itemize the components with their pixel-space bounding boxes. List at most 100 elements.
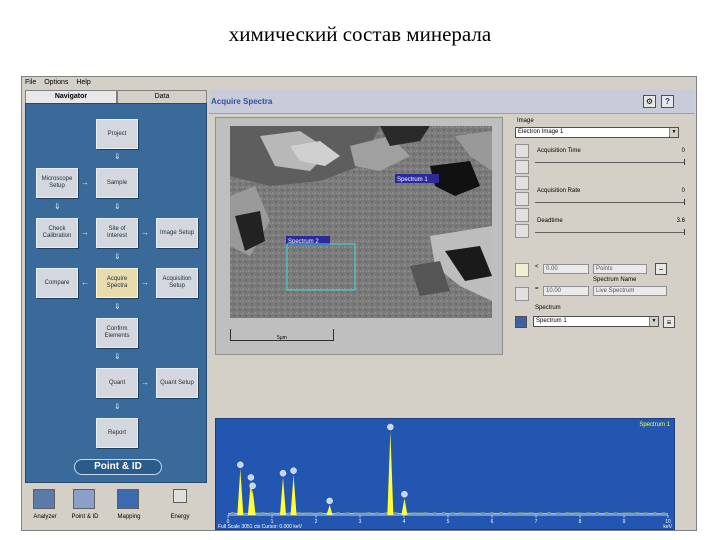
electron-image[interactable]: Spectrum 1 Spectrum 2: [230, 126, 492, 318]
image-tool-button[interactable]: [515, 144, 529, 158]
arrow-left-icon: ←: [81, 278, 89, 287]
step-image-setup[interactable]: Image Setup: [156, 218, 198, 248]
peak-marker: [249, 482, 256, 490]
acquire-button[interactable]: [515, 287, 529, 301]
arrow-right-icon: →: [141, 278, 149, 287]
points-unit-select[interactable]: Points: [593, 264, 647, 274]
arrow-down-icon: ⇓: [114, 252, 121, 261]
mapping-icon[interactable]: [117, 489, 139, 509]
spectrum-chart[interactable]: Spectrum 1 0 1 2 3 4 5 6 7 8 9 10 Full Scale 3051 …: [215, 418, 675, 530]
meter-tick: [684, 199, 685, 205]
deadtime-value: 3.6: [676, 218, 685, 224]
peak-marker: [401, 490, 408, 498]
peak-marker: [290, 467, 297, 474]
navigator-tabs: Navigator Data: [25, 90, 207, 103]
peak-marker: [279, 469, 287, 477]
acquisition-time-label: Acquisition Time: [537, 148, 581, 154]
spectrum-peak: [237, 468, 244, 515]
step-check-calibration[interactable]: Check Calibration: [36, 218, 78, 248]
x-tick-label: 5: [447, 519, 450, 525]
spectrum-select-value: Spectrum 1: [536, 318, 567, 324]
menu-bar: File Options Help: [22, 77, 696, 89]
target-icon[interactable]: [515, 263, 529, 277]
page-title: Acquire Spectra: [211, 97, 273, 106]
image-tool-button[interactable]: [515, 160, 529, 174]
image-tool-button[interactable]: [515, 192, 529, 206]
acquisition-rate-value: 0: [681, 188, 685, 194]
step-sample[interactable]: Sample: [96, 168, 138, 198]
menu-options[interactable]: Options: [44, 79, 68, 86]
step-confirm-elements[interactable]: Confirm Elements: [96, 318, 138, 348]
minus-icon[interactable]: −: [655, 263, 667, 275]
arrow-down-icon: ⇓: [54, 202, 61, 211]
arrow-down-icon: ⇓: [114, 352, 121, 361]
image-select-value: Electron Image 1: [518, 129, 564, 135]
menu-file[interactable]: File: [25, 79, 36, 86]
point-id-label: Point & ID: [71, 514, 99, 520]
spectrum-select[interactable]: Spectrum 1 ▼: [533, 316, 659, 327]
spectrum-plot: Spectrum 1 0 1 2 3 4 5 6 7 8 9 10 Full Scale 3051 …: [218, 422, 673, 530]
chart-footer: Full Scale 3051 cts Cursor: 0.000 keV: [218, 524, 303, 530]
spectrum-peak: [290, 474, 297, 515]
x-tick-label: 3: [359, 519, 362, 525]
energy-label: Energy: [170, 514, 190, 520]
x-tick-label: 8: [579, 519, 582, 525]
meter-line: [535, 232, 685, 233]
x-tick-label: 6: [491, 519, 494, 525]
deadtime-label: Deadtime: [537, 218, 563, 224]
image-label: Image: [517, 118, 534, 124]
image-tool-button[interactable]: [515, 224, 529, 238]
menu-help[interactable]: Help: [76, 79, 90, 86]
x-tick-label: 2: [315, 519, 318, 525]
image-tool-button[interactable]: [515, 176, 529, 190]
spectrum-options-icon[interactable]: ≡: [663, 316, 675, 328]
x-tick-label: 9: [623, 519, 626, 525]
step-compare[interactable]: Compare: [36, 268, 78, 298]
x-tick-label: 7: [535, 519, 538, 525]
energy-icon[interactable]: [173, 489, 187, 503]
tab-data[interactable]: Data: [117, 90, 207, 103]
point-id-icon[interactable]: [73, 489, 95, 509]
step-acquire-spectra[interactable]: Acquire Spectra: [96, 268, 138, 298]
image-select[interactable]: Electron Image 1 ▼: [515, 127, 679, 138]
mapping-label: Mapping: [117, 514, 141, 520]
scale-bar-label: 5µm: [277, 335, 287, 341]
spectrum-name-label: Spectrum Name: [593, 277, 637, 283]
sem-label-spectrum-1: Spectrum 1: [397, 177, 428, 183]
mode-point-id-label: Point & ID: [74, 459, 162, 475]
peak-marker: [237, 461, 244, 469]
settings-icon[interactable]: ⚙: [643, 95, 656, 108]
acquisition-rate-meter: Acquisition Rate 0: [529, 185, 691, 213]
acquisition-time-value: 0: [681, 148, 685, 154]
arrow-right-icon: →: [81, 228, 89, 237]
arrow-right-icon: →: [141, 378, 149, 387]
step-report[interactable]: Report: [96, 418, 138, 448]
step-site-of-interest[interactable]: Site of Interest: [96, 218, 138, 248]
chart-title: Spectrum 1: [639, 422, 670, 428]
spectrum-peak: [401, 498, 408, 515]
live-spectrum-select[interactable]: Live Spectrum: [593, 286, 667, 296]
image-tool-button[interactable]: [515, 208, 529, 222]
live-time-field[interactable]: 10.00: [543, 286, 589, 296]
spectrum-color-icon[interactable]: [515, 316, 527, 328]
help-icon[interactable]: ?: [661, 95, 674, 108]
analyzer-icon[interactable]: [33, 489, 55, 509]
peak-marker: [247, 474, 255, 481]
slide-title: химический состав минерала: [228, 22, 492, 46]
step-project[interactable]: Project: [96, 119, 138, 149]
peak-marker: [387, 423, 394, 431]
arrow-down-icon: ⇓: [114, 302, 121, 311]
spectrum-label: Spectrum: [535, 305, 561, 311]
equals-icon: =: [535, 286, 539, 292]
step-quant-setup[interactable]: Quant Setup: [156, 368, 198, 398]
analyzer-label: Analyzer: [33, 514, 57, 520]
step-acquisition-setup[interactable]: Acquisition Setup: [156, 268, 198, 298]
step-quant[interactable]: Quant: [96, 368, 138, 398]
step-microscope-setup[interactable]: Microscope Setup: [36, 168, 78, 198]
main-area: Acquire Spectra ⚙ ? Spectrum 1 Spectrum …: [209, 90, 695, 530]
tab-navigator[interactable]: Navigator: [25, 90, 117, 103]
arrow-down-icon: ⇓: [114, 202, 121, 211]
meter-line: [535, 202, 685, 203]
points-value-field[interactable]: 0.00: [543, 264, 589, 274]
application-window: File Options Help Navigator Data Project…: [21, 76, 697, 531]
